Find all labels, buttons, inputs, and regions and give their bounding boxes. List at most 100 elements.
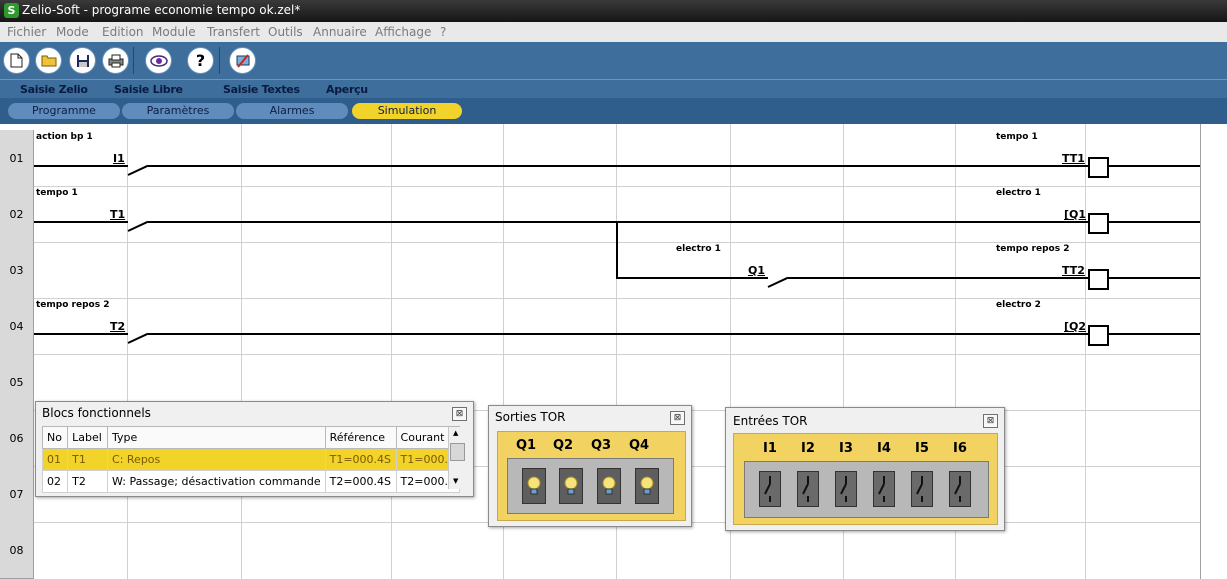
rung-wire: [1107, 333, 1200, 335]
output-q1[interactable]: [522, 468, 546, 504]
tab-bar: Programme Paramètres Alarmes Simulation: [0, 98, 1227, 124]
contact-symbol[interactable]: [127, 164, 149, 176]
toolbar-separator: [133, 47, 134, 74]
view-button[interactable]: [145, 47, 172, 74]
printer-icon: [108, 54, 123, 67]
contact-symbol[interactable]: [127, 332, 149, 344]
mode-apercu[interactable]: Aperçu: [326, 83, 368, 96]
menu-outils[interactable]: Outils: [268, 25, 303, 39]
column-header[interactable]: No: [41, 426, 69, 449]
input-i3[interactable]: [835, 471, 857, 507]
menu-module[interactable]: Module: [152, 25, 196, 39]
rung-wire: [788, 277, 1088, 279]
cell-reference: T2=000.4S: [324, 470, 397, 493]
coil-symbol[interactable]: [1088, 325, 1109, 346]
entrees-tor-panel: Entrées TOR ⊠ I1 I2 I3 I4 I5 I6: [725, 407, 1005, 531]
input-label: I2: [801, 441, 815, 456]
tab-programme[interactable]: Programme: [8, 103, 120, 119]
grid-line: [34, 186, 1200, 187]
grid-line: [391, 124, 392, 579]
input-label: I1: [763, 441, 777, 456]
menu-edition[interactable]: Edition: [102, 25, 144, 39]
contact-label: T1: [110, 208, 126, 221]
transfer-icon: [236, 53, 249, 68]
blocs-table: No Label Type Référence Courant 01 T1 C:…: [41, 426, 461, 493]
coil-comment: tempo repos 2: [996, 244, 1070, 254]
transfer-button[interactable]: [229, 47, 256, 74]
open-file-button[interactable]: [35, 47, 62, 74]
output-q2[interactable]: [559, 468, 583, 504]
row-number: 07: [0, 466, 34, 523]
cell-type: W: Passage; désactivation commande: [107, 470, 326, 493]
coil-label: [Q2: [1064, 320, 1087, 333]
switch-icon: [840, 476, 847, 502]
rung-wire: [148, 165, 1088, 167]
tab-simulation[interactable]: Simulation: [352, 103, 462, 119]
table-row[interactable]: 02 T2 W: Passage; désactivation commande…: [41, 470, 461, 493]
menu-help[interactable]: ?: [440, 25, 446, 39]
mode-bar: Saisie Zelio Saisie Libre Saisie Textes …: [0, 79, 1227, 99]
scroll-down-icon[interactable]: ▼: [453, 477, 458, 485]
mode-saisie-textes[interactable]: Saisie Textes: [223, 83, 300, 96]
grid-line: [34, 298, 1200, 299]
contact-comment: action bp 1: [36, 132, 93, 142]
grid-line: [241, 124, 242, 579]
menu-mode[interactable]: Mode: [56, 25, 89, 39]
output-q3[interactable]: [597, 468, 621, 504]
save-button[interactable]: [69, 47, 96, 74]
inputs-rack: [744, 461, 989, 518]
close-icon[interactable]: ⊠: [983, 414, 998, 428]
contact-symbol[interactable]: [127, 220, 149, 232]
scroll-thumb[interactable]: [450, 443, 465, 461]
row-number: 03: [0, 242, 34, 299]
panel-title: Blocs fonctionnels: [42, 406, 151, 420]
new-file-icon: [10, 53, 23, 68]
contact-label: Q1: [748, 264, 766, 277]
outputs-area: Q1 Q2 Q3 Q4: [497, 431, 686, 521]
input-i6[interactable]: [949, 471, 971, 507]
coil-comment: tempo 1: [996, 132, 1038, 142]
help-icon: ?: [195, 51, 206, 70]
contact-symbol[interactable]: [767, 276, 789, 288]
output-label: Q3: [591, 438, 612, 453]
coil-symbol[interactable]: [1088, 157, 1109, 178]
rung-wire: [148, 221, 1088, 223]
grid-line: [34, 354, 1200, 355]
new-file-button[interactable]: [3, 47, 30, 74]
tab-alarmes[interactable]: Alarmes: [236, 103, 348, 119]
menu-fichier[interactable]: Fichier: [7, 25, 46, 39]
print-button[interactable]: [102, 47, 129, 74]
outputs-rack: [507, 458, 674, 514]
rung-wire: [1107, 277, 1200, 279]
mode-saisie-libre[interactable]: Saisie Libre: [114, 83, 183, 96]
coil-symbol[interactable]: [1088, 269, 1109, 290]
input-i5[interactable]: [911, 471, 933, 507]
output-q4[interactable]: [635, 468, 659, 504]
table-row[interactable]: 01 T1 C: Repos T1=000.4S T1=000.0: [41, 448, 461, 471]
close-icon[interactable]: ⊠: [670, 411, 685, 425]
panel-title: Sorties TOR: [495, 410, 566, 424]
vertical-scrollbar[interactable]: ▲ ▼: [448, 427, 465, 489]
input-i2[interactable]: [797, 471, 819, 507]
folder-icon: [41, 55, 56, 67]
column-header[interactable]: Label: [67, 426, 109, 449]
mode-saisie-zelio[interactable]: Saisie Zelio: [20, 83, 88, 96]
input-i4[interactable]: [873, 471, 895, 507]
rung-wire: [34, 333, 128, 335]
column-header[interactable]: Type: [107, 426, 326, 449]
column-header[interactable]: Référence: [324, 426, 397, 449]
cell-no: 01: [41, 448, 69, 471]
scroll-up-icon[interactable]: ▲: [453, 429, 458, 437]
menu-annuaire[interactable]: Annuaire: [313, 25, 367, 39]
menu-affichage[interactable]: Affichage: [375, 25, 431, 39]
coil-symbol[interactable]: [1088, 213, 1109, 234]
close-icon[interactable]: ⊠: [452, 407, 467, 421]
window-title: Zelio-Soft - programe economie tempo ok.…: [22, 3, 301, 17]
menu-transfert[interactable]: Transfert: [207, 25, 260, 39]
tab-parametres[interactable]: Paramètres: [122, 103, 234, 119]
input-i1[interactable]: [759, 471, 781, 507]
output-label: Q1: [516, 438, 537, 453]
switch-icon: [802, 476, 809, 502]
help-button[interactable]: ?: [187, 47, 214, 74]
toolbar-separator: [219, 47, 220, 74]
